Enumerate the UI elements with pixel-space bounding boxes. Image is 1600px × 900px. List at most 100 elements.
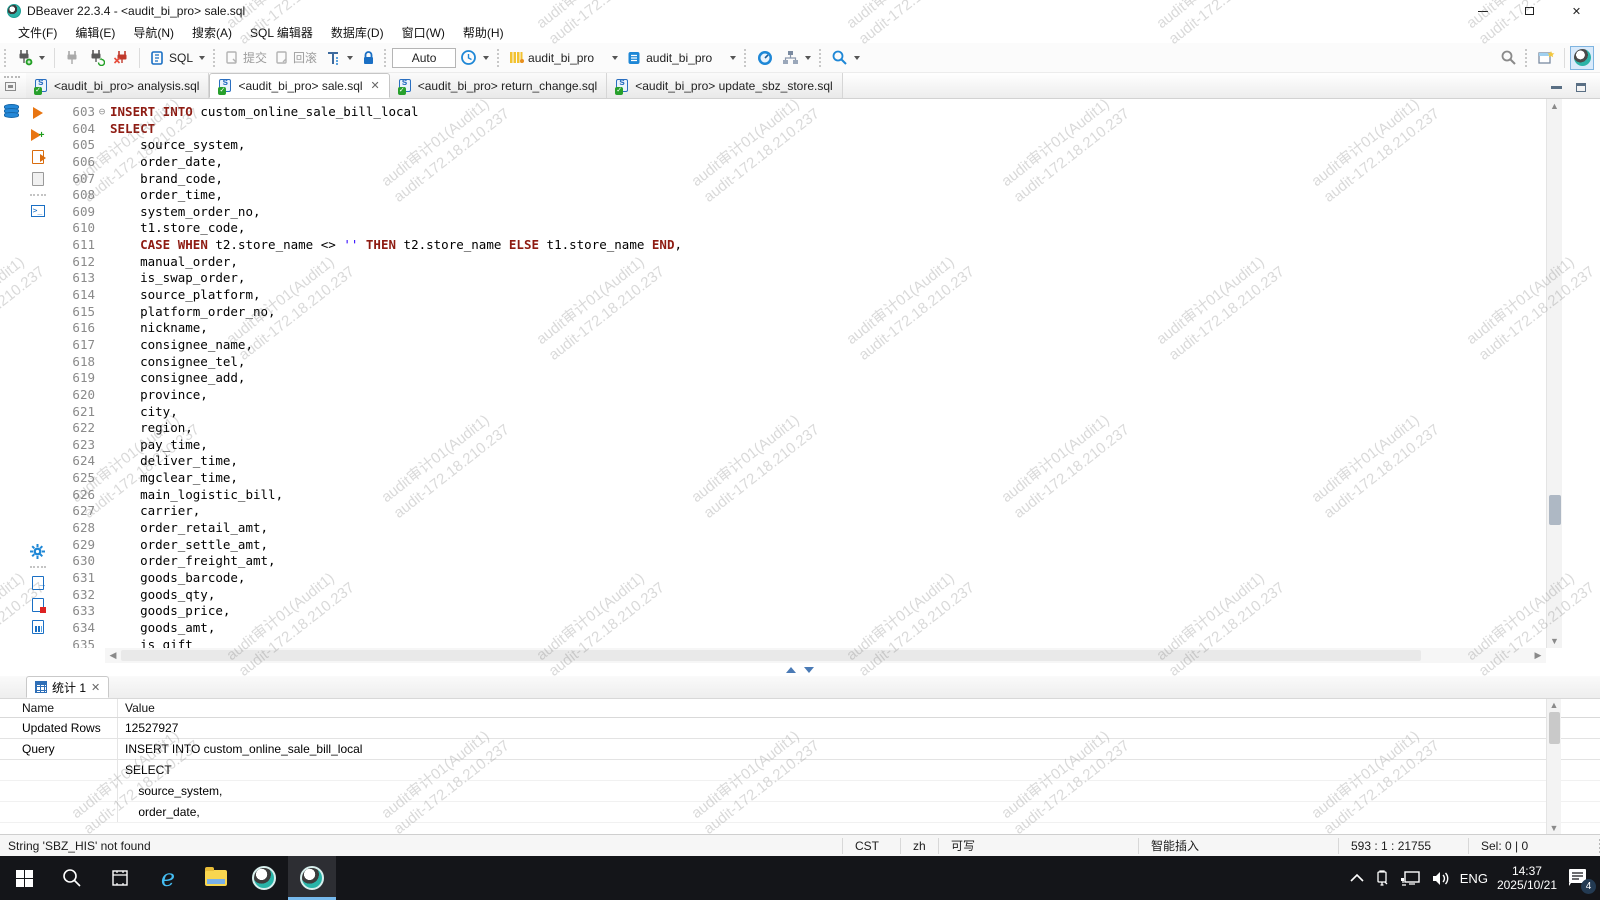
table-row[interactable]: Query INSERT INTO custom_online_sale_bil…: [0, 739, 1600, 760]
maximize-panel-icon[interactable]: [786, 666, 796, 673]
internet-explorer-button[interactable]: e: [144, 856, 192, 900]
scroll-down-icon[interactable]: ▼: [1547, 823, 1561, 833]
status-message: String 'SBZ_HIS' not found: [8, 838, 151, 853]
commit-button[interactable]: 提交: [221, 46, 271, 70]
chevron-down-icon: [347, 55, 354, 60]
menu-help[interactable]: 帮助(H): [454, 22, 513, 43]
menu-file[interactable]: 文件(F): [9, 22, 66, 43]
start-button[interactable]: [0, 856, 48, 900]
commit-mode-select[interactable]: Auto: [392, 47, 457, 68]
status-writable[interactable]: 可写: [938, 837, 1138, 854]
execute-statement-button[interactable]: [22, 102, 53, 124]
tab-close-icon[interactable]: ✕: [371, 79, 380, 92]
fold-collapse-icon[interactable]: ⊖: [95, 104, 109, 121]
minimize-editor-icon[interactable]: [1551, 86, 1562, 89]
table-row[interactable]: source_system,: [0, 781, 1600, 802]
er-diagram-button[interactable]: [778, 46, 815, 70]
tab-close-icon[interactable]: ✕: [91, 681, 100, 694]
maximize-editor-icon[interactable]: [1576, 83, 1586, 92]
editor-horizontal-scrollbar[interactable]: ◀ ▶: [105, 648, 1546, 663]
volume-icon[interactable]: [1431, 870, 1451, 887]
usb-icon[interactable]: [1374, 869, 1391, 887]
scroll-up-icon[interactable]: ▲: [1547, 101, 1562, 111]
action-center-button[interactable]: 4: [1566, 865, 1596, 894]
open-perspective-button[interactable]: [1533, 46, 1559, 70]
scrollbar-thumb[interactable]: [121, 650, 1421, 661]
menu-edit[interactable]: 编辑(E): [66, 22, 124, 43]
disconnect-button[interactable]: [109, 46, 134, 70]
connection-color-icon: [510, 52, 525, 63]
tab-statistics[interactable]: 统计 1 ✕: [26, 676, 110, 698]
tab-analysis-sql[interactable]: ✓ <audit_bi_pro> analysis.sql: [26, 73, 210, 98]
search-metadata-button[interactable]: [827, 46, 864, 70]
file-explorer-button[interactable]: [192, 856, 240, 900]
scroll-up-icon[interactable]: ▲: [1547, 700, 1561, 710]
minimize-icon: [1477, 10, 1488, 12]
editor-vertical-scrollbar[interactable]: ▲ ▼: [1546, 99, 1562, 648]
transaction-log-button[interactable]: [321, 46, 357, 70]
menu-sql-editor[interactable]: SQL 编辑器: [241, 22, 322, 43]
maximize-button[interactable]: [1506, 0, 1553, 22]
execute-new-tab-button[interactable]: +: [22, 124, 53, 146]
close-button[interactable]: ✕: [1553, 0, 1600, 22]
connect-button[interactable]: [12, 46, 49, 70]
output-view-button[interactable]: →: [22, 572, 53, 594]
connection-selector[interactable]: audit_bi_pro: [505, 46, 622, 70]
problems-view-button[interactable]: [22, 594, 53, 616]
menu-database[interactable]: 数据库(D): [322, 22, 393, 43]
dbeaver-window: DBeaver 22.3.4 - <audit_bi_pro> sale.sql…: [0, 0, 1600, 900]
scroll-down-icon[interactable]: ▼: [1547, 636, 1562, 646]
network-icon[interactable]: [1400, 870, 1422, 887]
execute-script-button[interactable]: [22, 146, 53, 168]
menu-window[interactable]: 窗口(W): [393, 22, 454, 43]
dbeaver-perspective-button[interactable]: [1570, 45, 1594, 70]
reconnect-button[interactable]: [84, 46, 109, 70]
sql-file-icon: ✓: [615, 77, 630, 95]
quick-access-search-button[interactable]: [1496, 46, 1521, 70]
column-header-name[interactable]: Name: [0, 699, 118, 717]
taskbar-search-button[interactable]: [48, 856, 96, 900]
status-caret-position[interactable]: 593 : 1 : 21755: [1338, 837, 1468, 854]
scroll-right-icon[interactable]: ▶: [1531, 650, 1545, 661]
dbeaver-taskbar-button[interactable]: [240, 856, 288, 900]
restore-view-icon: [5, 82, 16, 91]
lock-button[interactable]: [357, 46, 380, 70]
status-insert-mode[interactable]: 智能插入: [1138, 837, 1338, 854]
table-row[interactable]: order_date,: [0, 802, 1600, 823]
database-navigator-button[interactable]: [0, 101, 22, 121]
editor-settings-button[interactable]: [22, 540, 53, 562]
explain-plan-button[interactable]: [22, 168, 53, 190]
dbeaver-taskbar-button-active[interactable]: [288, 856, 336, 900]
minimized-views-stub[interactable]: [0, 73, 26, 98]
taskbar-clock[interactable]: 14:37 2025/10/21: [1497, 864, 1557, 892]
statistics-view-button[interactable]: [22, 616, 53, 638]
transaction-history-button[interactable]: [456, 46, 493, 70]
tray-expand-icon[interactable]: [1349, 872, 1365, 884]
panel-sash[interactable]: [0, 663, 1600, 676]
menu-search[interactable]: 搜索(A): [183, 22, 241, 43]
code-line: 616 nickname,: [53, 320, 1546, 337]
rollback-button[interactable]: 回滚: [271, 46, 321, 70]
table-row[interactable]: SELECT: [0, 760, 1600, 781]
restore-panel-icon[interactable]: [804, 666, 814, 673]
open-console-button[interactable]: >_: [22, 200, 53, 222]
scrollbar-thumb[interactable]: [1549, 495, 1561, 525]
tab-return-change-sql[interactable]: ✓ <audit_bi_pro> return_change.sql: [389, 73, 608, 98]
task-view-button[interactable]: [96, 856, 144, 900]
tab-sale-sql[interactable]: ✓ <audit_bi_pro> sale.sql ✕: [209, 73, 390, 98]
menu-navigate[interactable]: 导航(N): [124, 22, 183, 43]
results-vertical-scrollbar[interactable]: ▲ ▼: [1546, 699, 1561, 834]
table-row[interactable]: Updated Rows 12527927: [0, 718, 1600, 739]
scrollbar-thumb[interactable]: [1549, 712, 1560, 744]
dashboard-button[interactable]: [752, 46, 778, 70]
sql-editor-button[interactable]: SQL: [145, 46, 209, 70]
disconnected-plug-button[interactable]: [60, 46, 84, 70]
scroll-left-icon[interactable]: ◀: [106, 650, 120, 661]
schema-selector[interactable]: audit_bi_pro: [622, 46, 740, 70]
code-line: 620 province,: [53, 387, 1546, 404]
sql-code-editor[interactable]: 603 ⊖ INSERT INTO custom_online_sale_bill_…: [53, 99, 1546, 648]
column-header-value[interactable]: Value: [118, 699, 1600, 717]
tab-update-sbz-store-sql[interactable]: ✓ <audit_bi_pro> update_sbz_store.sql: [607, 73, 843, 98]
minimize-button[interactable]: [1459, 0, 1506, 22]
input-language[interactable]: ENG: [1460, 871, 1488, 886]
